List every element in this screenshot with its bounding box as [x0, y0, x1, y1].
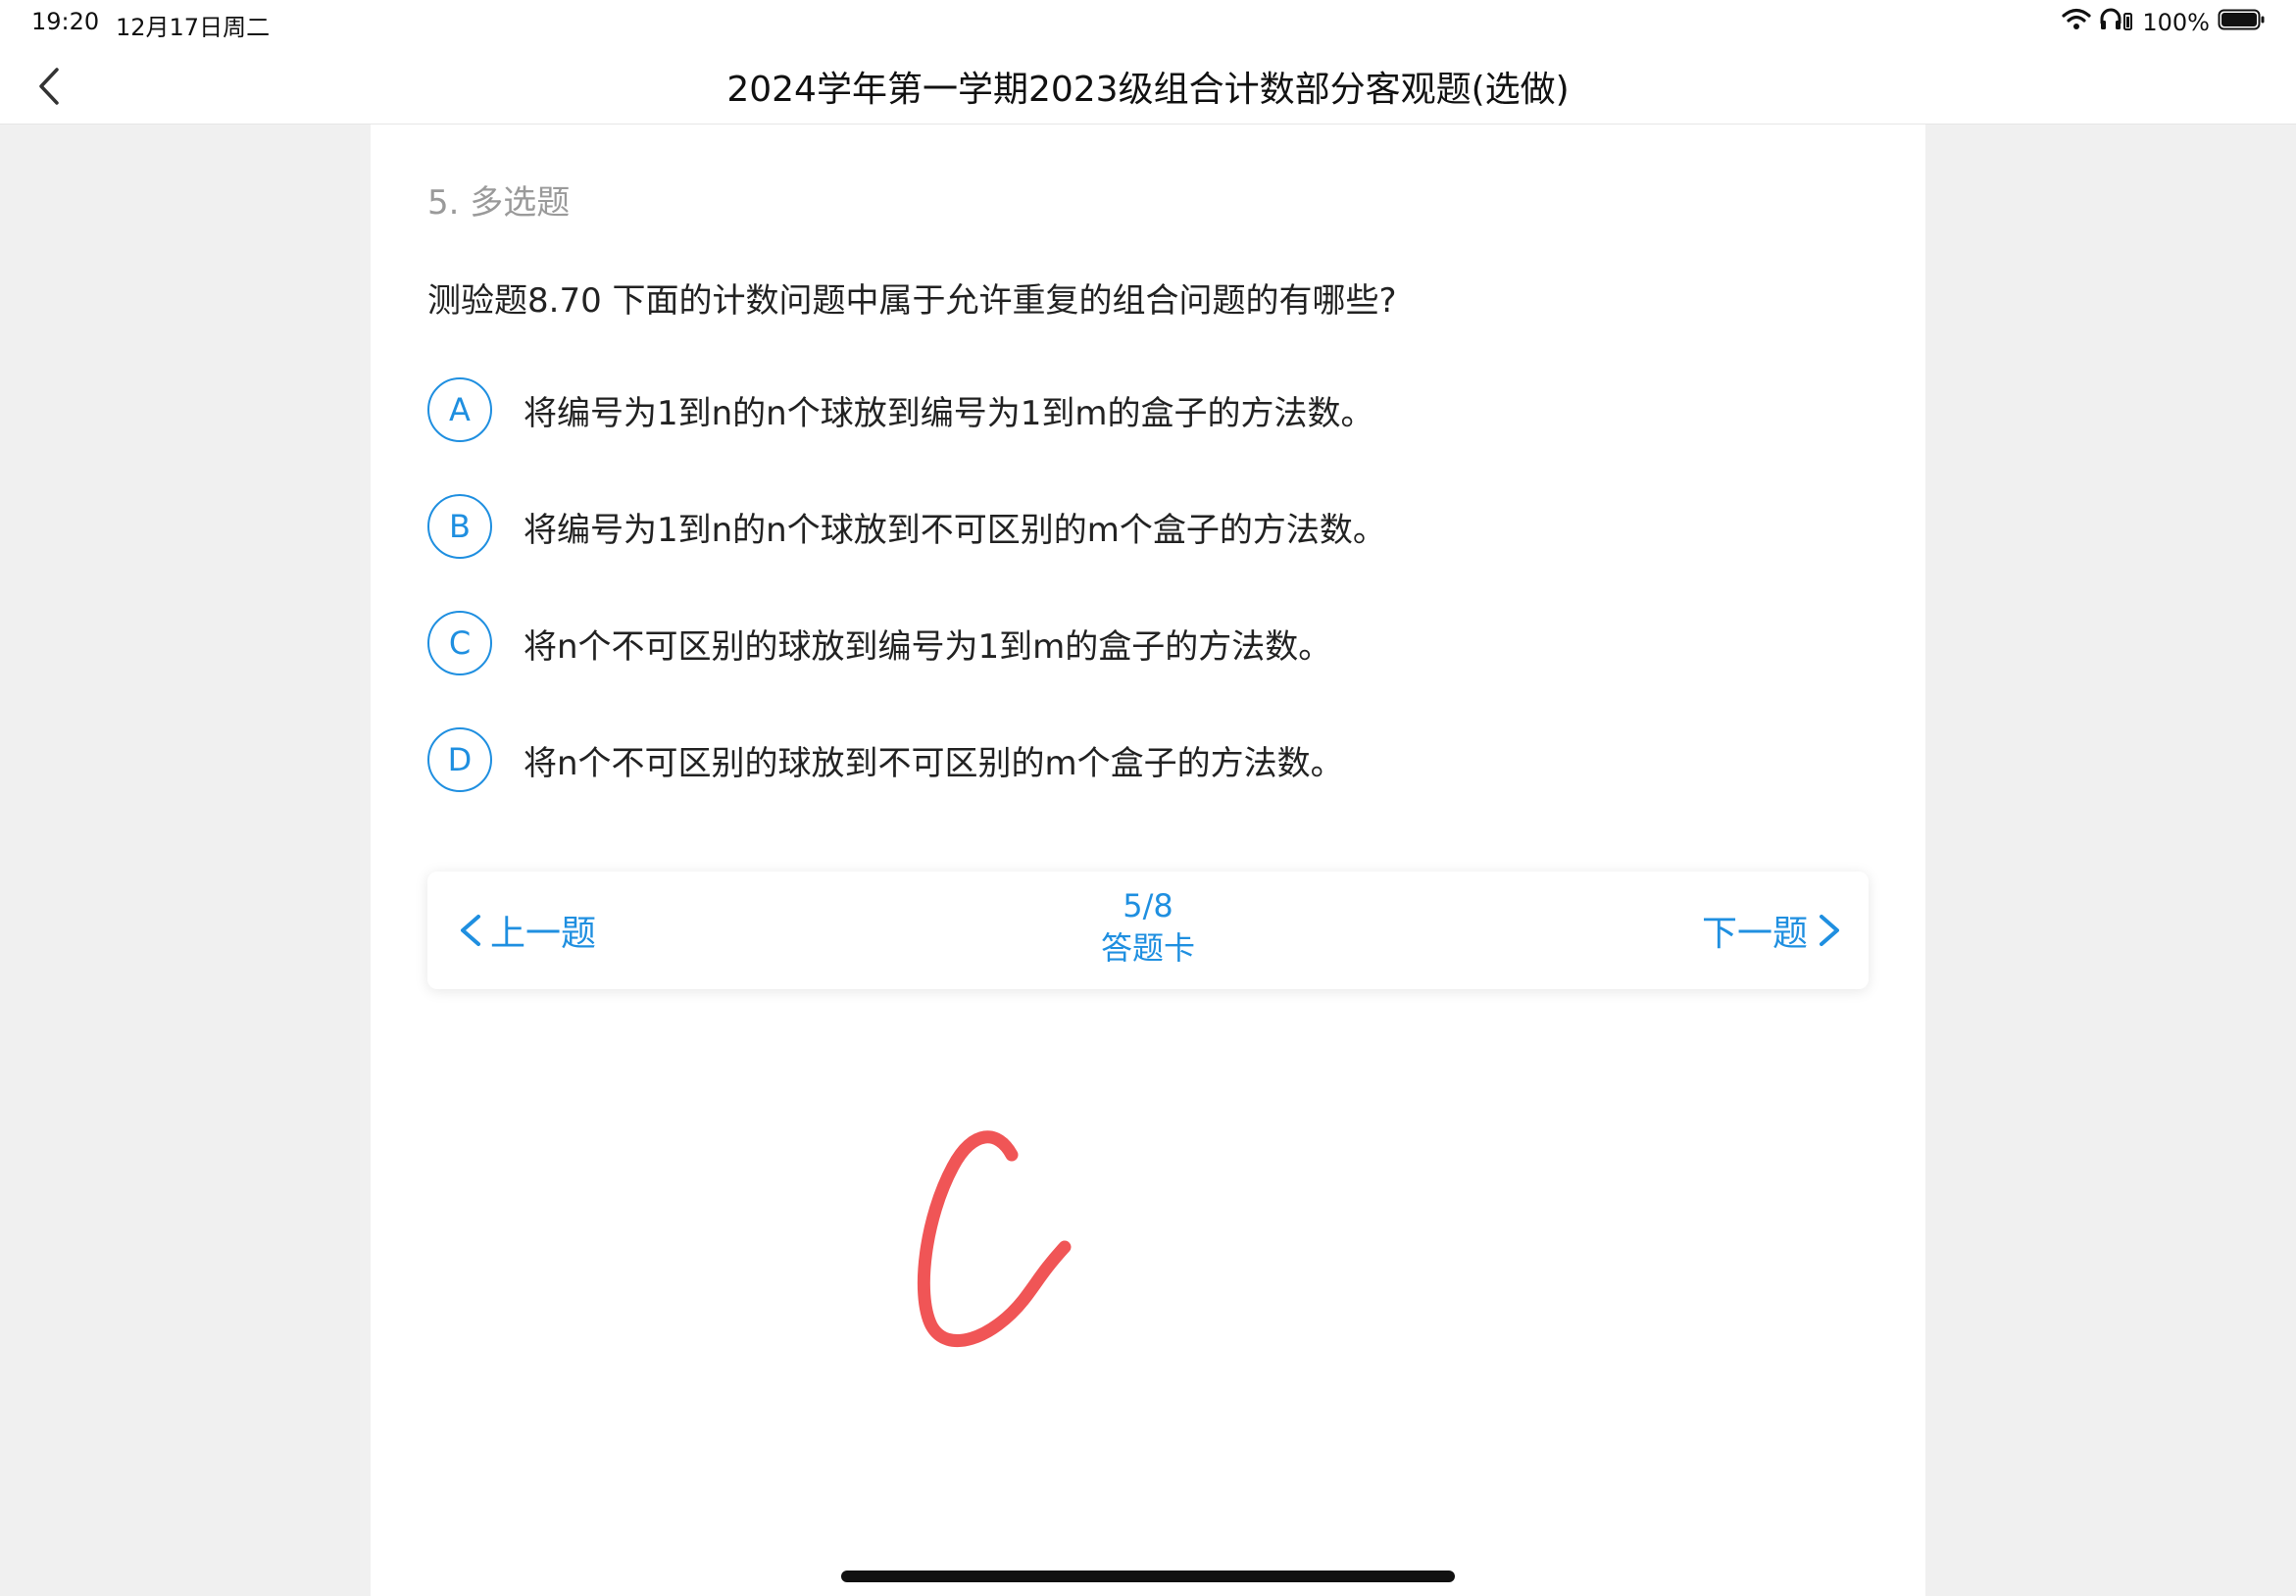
battery-icon [2218, 8, 2267, 37]
handwritten-answer-c [902, 1108, 1078, 1363]
option-a[interactable]: A 将编号为1到n的n个球放到编号为1到m的盒子的方法数。 [427, 375, 1702, 444]
status-date: 12月17日周二 [116, 14, 271, 41]
question-text: 测验题8.70 下面的计数问题中属于允许重复的组合问题的有哪些? [427, 281, 1397, 321]
battery-percentage: 100% [2142, 9, 2210, 36]
status-indicators: 100% [2062, 6, 2267, 39]
wifi-icon [2062, 8, 2091, 37]
answer-card-button[interactable]: 5/8 答题卡 [1025, 885, 1271, 970]
option-letter-badge: C [427, 611, 492, 675]
option-text: 将编号为1到n的n个球放到不可区别的m个盒子的方法数。 [524, 510, 1386, 550]
status-bar: 19:20 12月17日周二 100% [0, 0, 2296, 47]
question-progress: 5/8 [1123, 887, 1173, 924]
question-panel: 5. 多选题 测验题8.70 下面的计数问题中属于允许重复的组合问题的有哪些? … [371, 125, 1925, 1596]
next-question-button[interactable]: 下一题 [1702, 903, 1843, 958]
chevron-left-icon [461, 915, 480, 946]
answer-card-label: 答题卡 [1100, 929, 1195, 967]
chevron-right-icon [1820, 915, 1839, 946]
page-title: 2024学年第一学期2023级组合计数部分客观题(选做) [726, 70, 1570, 110]
option-text: 将编号为1到n的n个球放到编号为1到m的盒子的方法数。 [524, 393, 1374, 433]
option-text: 将n个不可区别的球放到不可区别的m个盒子的方法数。 [524, 743, 1344, 783]
option-b[interactable]: B 将编号为1到n的n个球放到不可区别的m个盒子的方法数。 [427, 492, 1702, 561]
prev-question-label: 上一题 [490, 914, 597, 954]
option-c[interactable]: C 将n个不可区别的球放到编号为1到m的盒子的方法数。 [427, 609, 1702, 677]
prev-question-button[interactable]: 上一题 [457, 903, 596, 958]
next-question-label: 下一题 [1701, 914, 1808, 954]
headphones-icon [2099, 8, 2134, 37]
status-time: 19:20 [31, 8, 100, 35]
question-pager: 上一题 5/8 答题卡 下一题 [427, 872, 1869, 989]
nav-bar: 2024学年第一学期2023级组合计数部分客观题(选做) [0, 47, 2296, 125]
question-type-label: 5. 多选题 [427, 183, 571, 223]
option-letter-badge: B [427, 494, 492, 559]
option-letter-badge: A [427, 377, 492, 442]
option-letter-badge: D [427, 727, 492, 792]
option-text: 将n个不可区别的球放到编号为1到m的盒子的方法数。 [524, 626, 1332, 667]
option-d[interactable]: D 将n个不可区别的球放到不可区别的m个盒子的方法数。 [427, 725, 1702, 794]
home-indicator[interactable] [841, 1571, 1455, 1582]
